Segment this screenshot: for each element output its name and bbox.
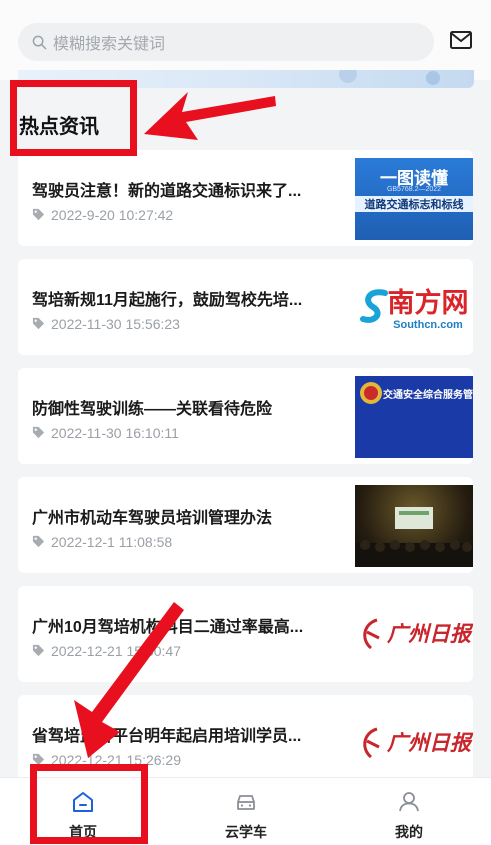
news-card[interactable]: 广州市机动车驾驶员培训管理办法 2022-12-1 11:08:58	[18, 477, 473, 573]
news-date: 2022-11-30 15:56:23	[51, 316, 180, 332]
news-title: 省驾培监管平台明年起启用培训学员...	[32, 728, 302, 745]
tab-home[interactable]: 首页	[23, 778, 143, 845]
news-thumbnail: 广州日报	[355, 703, 473, 785]
news-title: 驾培新规11月起施行，鼓励驾校先培...	[32, 292, 303, 309]
tag-icon	[32, 753, 45, 766]
news-card[interactable]: 防御性驾驶训练——关联看待危险 2022-11-30 16:10:11 交通安全…	[18, 368, 473, 464]
tab-cloud-learning[interactable]: 云学车	[186, 778, 306, 845]
car-icon	[237, 795, 255, 810]
thumb-text: Southcn.com	[393, 319, 463, 331]
tag-icon	[32, 535, 45, 548]
thumb-text: 南方网	[387, 288, 469, 319]
search-placeholder: 模糊搜索关键词	[53, 36, 166, 53]
news-thumbnail: 南方网 Southcn.com	[355, 267, 473, 349]
tab-label: 首页	[69, 824, 97, 840]
thumb-text: 广州日报	[387, 621, 471, 646]
top-bar: 模糊搜索关键词	[0, 0, 491, 80]
tag-icon	[32, 317, 45, 330]
news-title: 驾驶员注意！新的道路交通标识来了...	[32, 183, 302, 200]
section-title: 热点资讯	[19, 116, 99, 138]
news-card[interactable]: 驾培新规11月起施行，鼓励驾校先培... 2022-11-30 15:56:23…	[18, 259, 473, 355]
news-date: 2022-12-1 11:08:58	[51, 534, 173, 550]
tag-icon	[32, 644, 45, 657]
news-thumbnail: 广州日报	[355, 594, 473, 676]
thumb-text: 广州日报	[387, 730, 471, 755]
user-icon	[399, 792, 419, 812]
news-card[interactable]: 驾驶员注意！新的道路交通标识来了... 2022-9-20 10:27:42 一…	[18, 150, 473, 246]
news-date: 2022-12-21 15:50:47	[51, 643, 181, 659]
home-icon	[73, 792, 93, 812]
thumb-text: 交通安全综合服务管理平台	[383, 390, 473, 401]
mail-icon[interactable]	[449, 30, 473, 50]
news-date: 2022-11-30 16:10:11	[51, 425, 179, 441]
thumb-text: GB5768.2—2022	[386, 186, 442, 193]
section-header: 热点资讯	[0, 88, 491, 150]
tab-label: 我的	[395, 824, 423, 840]
news-title: 广州10月驾培机构科目二通过率最高...	[32, 619, 304, 636]
search-icon	[32, 35, 47, 49]
thumb-text: 道路交通标志和标线	[355, 196, 473, 212]
tab-label: 云学车	[225, 824, 267, 840]
news-thumbnail: 一图读懂 GB5768.2—2022 道路交通标志和标线	[355, 158, 473, 240]
news-title: 防御性驾驶训练——关联看待危险	[32, 401, 273, 418]
search-bar[interactable]: 模糊搜索关键词	[18, 23, 434, 61]
news-date: 2022-9-20 10:27:42	[51, 207, 174, 223]
tab-profile[interactable]: 我的	[349, 778, 469, 845]
news-title: 广州市机动车驾驶员培训管理办法	[32, 510, 273, 527]
banner-image[interactable]	[18, 70, 474, 88]
news-thumbnail: 交通安全综合服务管理平台	[355, 376, 473, 458]
news-thumbnail	[355, 485, 473, 567]
news-date: 2022-12-21 15:26:29	[51, 752, 181, 768]
news-card[interactable]: 广州10月驾培机构科目二通过率最高... 2022-12-21 15:50:47…	[18, 586, 473, 682]
tag-icon	[32, 208, 45, 221]
tag-icon	[32, 426, 45, 439]
bottom-tab-bar: 首页 云学车 我的	[0, 777, 491, 845]
